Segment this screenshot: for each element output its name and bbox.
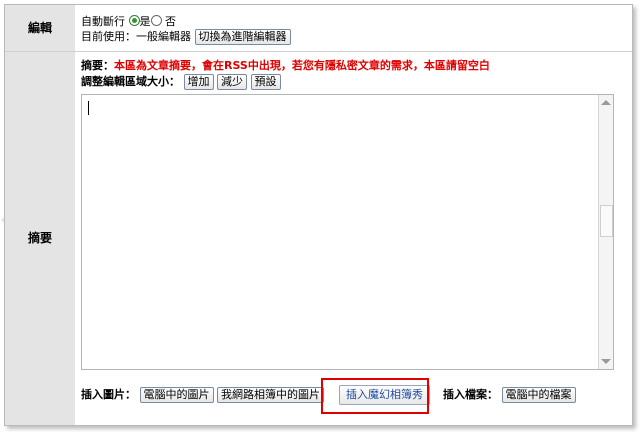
- insert-file-label: 插入檔案：: [443, 388, 498, 401]
- autowrap-no-radio[interactable]: [150, 15, 162, 26]
- resize-decrease-button[interactable]: 減少: [217, 74, 247, 90]
- switch-advanced-editor-button[interactable]: 切換為進階編輯器: [194, 29, 291, 45]
- computer-file-button[interactable]: 電腦中的檔案: [501, 387, 576, 403]
- side-arrow-icon: ‹: [1, 215, 5, 226]
- summary-label: 摘要: [5, 52, 75, 425]
- summary-note-warning: 本區為文章摘要，會在RSS中出現，若您有隱私密文章的需求，本區請留空白: [114, 59, 490, 72]
- scroll-down-icon[interactable]: [601, 359, 611, 364]
- summary-textarea[interactable]: [81, 94, 614, 370]
- resize-label: 調整編輯區域大小：: [81, 75, 180, 88]
- scroll-thumb[interactable]: [600, 205, 613, 237]
- current-editor-text: 目前使用：一般編輯器: [81, 30, 191, 43]
- post-editor-panel: 編輯 自動斷行 是 否 目前使用：一般編輯器 切換為進階編輯器 摘要 ‹ 摘要：…: [1, 4, 633, 426]
- resize-default-button[interactable]: 預設: [250, 74, 281, 90]
- autowrap-yes-label: 是: [139, 15, 151, 28]
- computer-image-button[interactable]: 電腦中的圖片: [139, 387, 214, 403]
- highlight-box: [321, 378, 429, 414]
- summary-note-prefix: 摘要：: [81, 59, 114, 72]
- insert-image-label: 插入圖片：: [81, 388, 136, 401]
- autowrap-yes-radio[interactable]: [128, 15, 140, 26]
- textarea-scrollbar[interactable]: [598, 95, 613, 369]
- album-image-button[interactable]: 我網路相簿中的圖片: [217, 387, 324, 403]
- edit-row: 編輯 自動斷行 是 否 目前使用：一般編輯器 切換為進階編輯器: [5, 5, 632, 52]
- resize-increase-button[interactable]: 增加: [183, 74, 214, 90]
- text-caret: [88, 101, 89, 115]
- scroll-up-icon[interactable]: [601, 100, 611, 105]
- edit-label: 編輯: [5, 5, 75, 51]
- autowrap-label: 自動斷行: [81, 15, 125, 28]
- autowrap-no-label: 否: [165, 15, 176, 28]
